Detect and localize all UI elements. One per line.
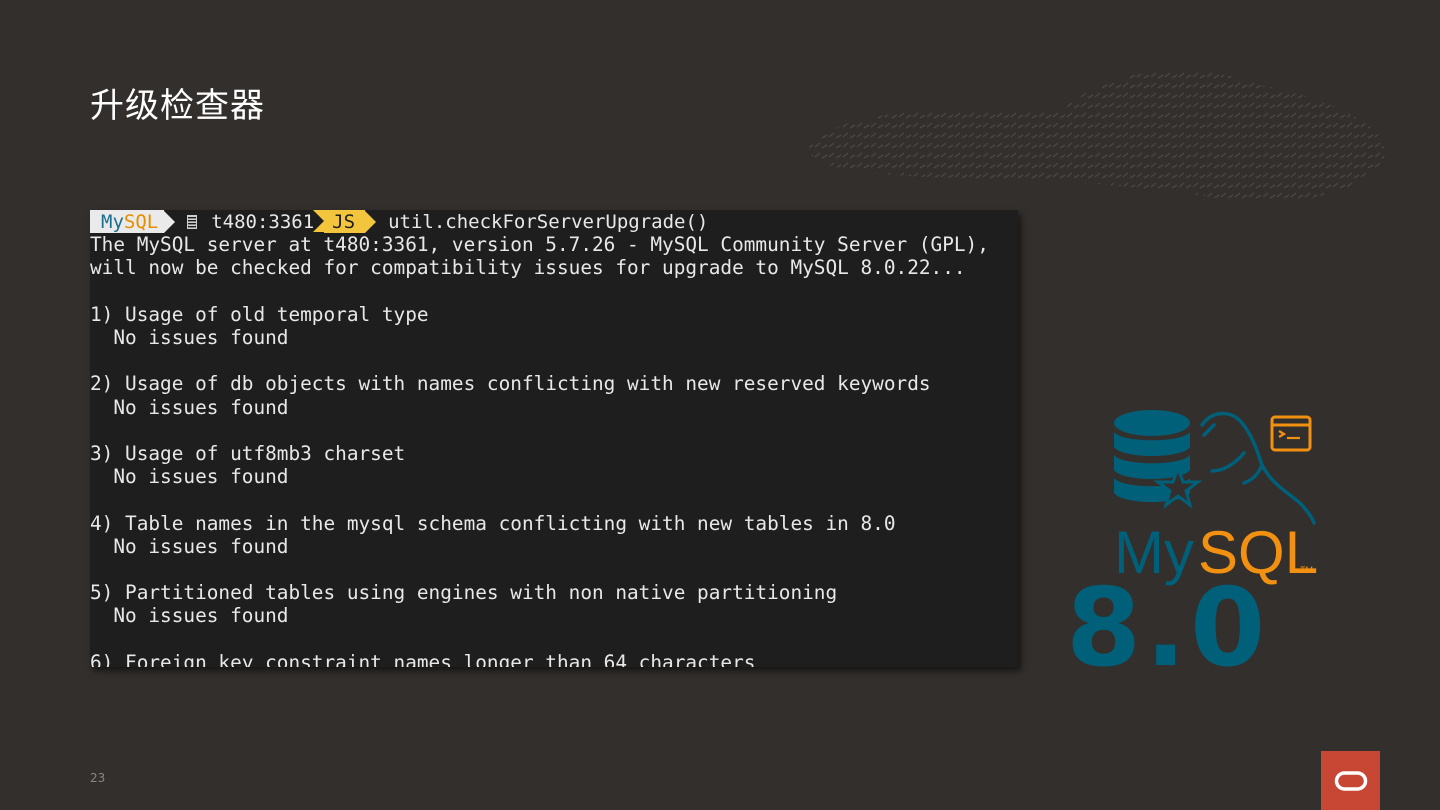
- mysql-8-logo: My SQL TM 8.0: [1066, 410, 1318, 675]
- decorative-texture: [809, 70, 1385, 202]
- output-line: 3) Usage of utf8mb3 charset: [90, 442, 406, 466]
- output-line: 4) Table names in the mysql schema confl…: [90, 511, 896, 535]
- powerline-notch-icon: [313, 210, 325, 233]
- output-line: 6) Foreign key constraint names longer t…: [90, 650, 756, 667]
- shell-prompt: My SQL t480:3361 JS util.checkForServerUp…: [90, 210, 1018, 234]
- prompt-host: t480:3361: [211, 210, 315, 233]
- powerline-separator-icon: [164, 210, 176, 233]
- output-line: The MySQL server at t480:3361, version 5…: [90, 233, 989, 257]
- server-icon: [187, 214, 198, 229]
- logo-version: 8.0: [1066, 566, 1269, 675]
- powerline-separator-icon: [365, 210, 377, 233]
- output-line: No issues found: [90, 326, 289, 349]
- prompt-app-segment: My SQL: [90, 210, 165, 234]
- output-line: No issues found: [90, 465, 289, 489]
- terminal-window-icon: [1270, 415, 1312, 452]
- oracle-o-icon: [1334, 770, 1367, 791]
- dolphin-icon: [1200, 411, 1316, 525]
- terminal-window: My SQL t480:3361 JS util.checkForServerUp…: [90, 210, 1018, 667]
- output-line: No issues found: [90, 395, 289, 419]
- slide-title: 升级检查器: [90, 86, 265, 126]
- oracle-badge: [1321, 751, 1380, 810]
- output-line: 2) Usage of db objects with names confli…: [90, 372, 931, 396]
- prompt-mode-segment: JS: [324, 210, 366, 234]
- prompt-command[interactable]: util.checkForServerUpgrade(): [388, 211, 708, 233]
- output-line: No issues found: [90, 534, 289, 558]
- logo-trademark: TM: [1300, 565, 1313, 575]
- page-number: 23: [90, 771, 106, 785]
- prompt-host-segment: t480:3361: [175, 210, 325, 234]
- prompt-app-suffix: SQL: [123, 210, 159, 233]
- prompt-app-prefix: My: [101, 210, 124, 233]
- output-line: 5) Partitioned tables using engines with…: [90, 581, 838, 605]
- prompt-mode: JS: [332, 210, 356, 233]
- output-line: 1) Usage of old temporal type: [90, 302, 429, 326]
- output-line: will now be checked for compatibility is…: [90, 256, 966, 280]
- terminal-output: The MySQL server at t480:3361, version 5…: [90, 233, 1018, 667]
- output-line: No issues found: [90, 604, 289, 628]
